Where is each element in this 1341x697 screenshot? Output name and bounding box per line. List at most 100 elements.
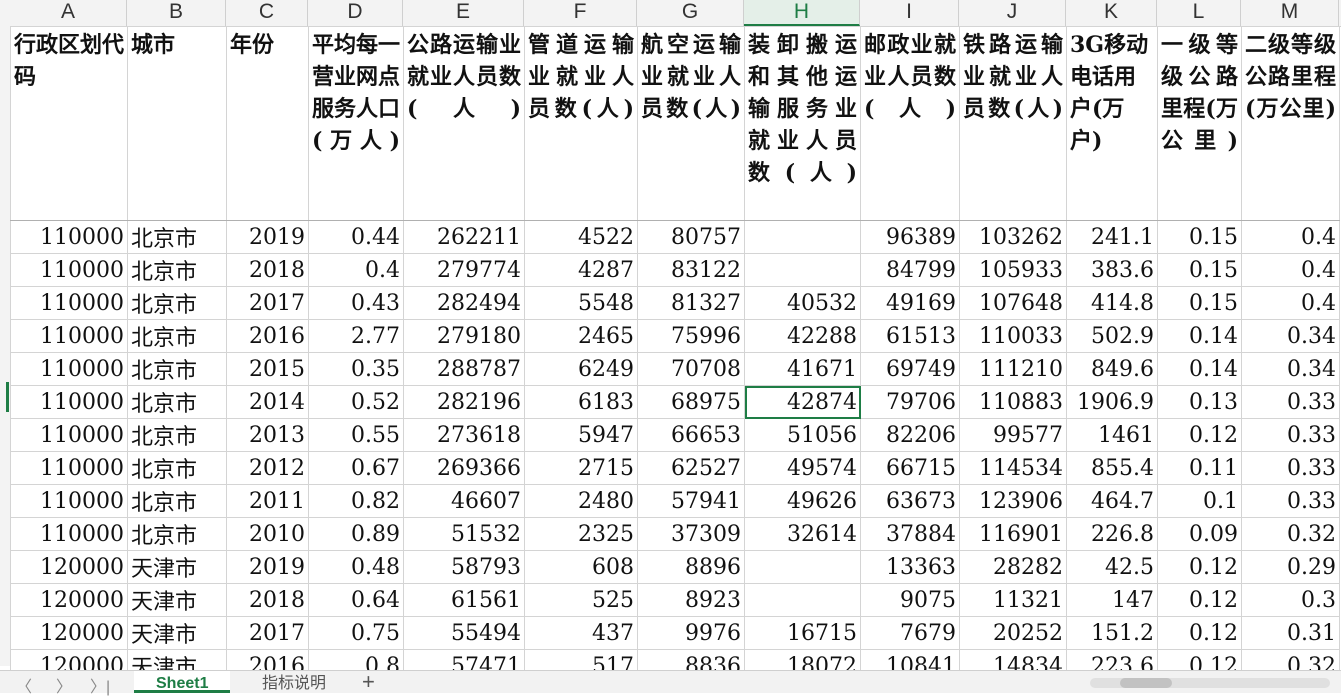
table-cell[interactable]: 0.82 [308,484,404,518]
table-cell[interactable]: 0.4 [1241,286,1340,320]
table-cell[interactable]: 0.4 [1241,253,1340,287]
table-cell[interactable]: 37884 [860,517,960,551]
table-cell[interactable]: 6249 [524,352,638,386]
header-cell[interactable]: 平均每一营业网点服务人口(万人) [308,26,404,221]
table-cell[interactable]: 525 [524,583,638,617]
next-sheet-nav-icon[interactable]: 〉 [56,673,72,697]
table-cell[interactable]: 北京市 [127,484,227,518]
table-cell[interactable]: 0.52 [308,385,404,419]
table-cell[interactable]: 110000 [10,319,128,353]
table-cell[interactable]: 110000 [10,484,128,518]
table-cell[interactable]: 0.12 [1157,418,1242,452]
table-cell[interactable]: 58793 [403,550,525,584]
column-header-j[interactable]: J [959,0,1066,26]
table-cell[interactable] [744,550,861,584]
table-cell[interactable]: 0.43 [308,286,404,320]
table-cell[interactable]: 2013 [226,418,309,452]
table-cell[interactable]: 0.34 [1241,352,1340,386]
table-cell[interactable]: 62527 [637,451,745,485]
table-cell[interactable]: 0.12 [1157,583,1242,617]
table-cell[interactable]: 0.1 [1157,484,1242,518]
table-cell[interactable]: 北京市 [127,286,227,320]
table-cell[interactable]: 13363 [860,550,960,584]
column-header-g[interactable]: G [637,0,744,26]
last-sheet-nav-icon[interactable]: 〉| [90,673,110,697]
table-cell[interactable]: 63673 [860,484,960,518]
table-cell[interactable]: 北京市 [127,220,227,254]
table-cell[interactable]: 110000 [10,253,128,287]
table-cell[interactable]: 2018 [226,583,309,617]
column-header-c[interactable]: C [226,0,308,26]
table-cell[interactable]: 269366 [403,451,525,485]
table-cell[interactable]: 502.9 [1066,319,1158,353]
table-cell[interactable]: 0.4 [308,253,404,287]
table-cell[interactable]: 北京市 [127,352,227,386]
tab-sheet1[interactable]: Sheet1 [134,671,231,693]
table-cell[interactable]: 0.44 [308,220,404,254]
table-cell[interactable]: 32614 [744,517,861,551]
add-sheet-button[interactable]: + [362,669,375,695]
table-cell[interactable]: 0.15 [1157,286,1242,320]
table-cell[interactable]: 51532 [403,517,525,551]
table-cell[interactable]: 0.64 [308,583,404,617]
header-cell[interactable]: 二级等级公路里程(万公里) [1241,26,1340,221]
header-cell[interactable]: 3G移动电话用户(万户) [1066,26,1158,221]
table-cell[interactable]: 383.6 [1066,253,1158,287]
table-cell[interactable]: 42288 [744,319,861,353]
table-cell[interactable]: 110000 [10,220,128,254]
table-cell[interactable]: 5947 [524,418,638,452]
table-cell[interactable]: 9075 [860,583,960,617]
table-cell[interactable]: 0.75 [308,616,404,650]
table-cell[interactable]: 83122 [637,253,745,287]
table-cell[interactable]: 0.4 [1241,220,1340,254]
table-cell[interactable]: 1906.9 [1066,385,1158,419]
table-cell[interactable]: 241.1 [1066,220,1158,254]
table-cell[interactable]: 70708 [637,352,745,386]
table-cell[interactable]: 2019 [226,220,309,254]
column-header-a[interactable]: A [10,0,127,26]
column-header-i[interactable]: I [860,0,959,26]
table-cell[interactable]: 279774 [403,253,525,287]
table-cell[interactable]: 110033 [959,319,1067,353]
table-cell[interactable]: 5548 [524,286,638,320]
column-header-l[interactable]: L [1157,0,1241,26]
table-cell[interactable]: 66653 [637,418,745,452]
table-cell[interactable]: 2.77 [308,319,404,353]
table-cell[interactable]: 8896 [637,550,745,584]
table-cell[interactable]: 0.33 [1241,451,1340,485]
table-cell[interactable]: 20252 [959,616,1067,650]
table-cell[interactable]: 2012 [226,451,309,485]
header-cell[interactable]: 邮政业就业人员数(人) [860,26,960,221]
table-cell[interactable]: 608 [524,550,638,584]
table-cell[interactable]: 0.89 [308,517,404,551]
table-cell[interactable]: 57941 [637,484,745,518]
table-cell[interactable]: 0.13 [1157,385,1242,419]
table-cell[interactable]: 0.3 [1241,583,1340,617]
horizontal-scrollbar[interactable] [1090,678,1330,688]
table-cell[interactable]: 0.55 [308,418,404,452]
table-cell[interactable]: 110883 [959,385,1067,419]
table-cell[interactable]: 0.31 [1241,616,1340,650]
table-cell[interactable]: 0.15 [1157,220,1242,254]
table-cell[interactable]: 99577 [959,418,1067,452]
table-cell[interactable]: 0.33 [1241,385,1340,419]
table-cell[interactable]: 北京市 [127,319,227,353]
table-cell[interactable]: 2011 [226,484,309,518]
header-cell[interactable]: 管道运输业就业人员数(人) [524,26,638,221]
table-cell[interactable]: 2325 [524,517,638,551]
table-cell[interactable]: 151.2 [1066,616,1158,650]
table-cell[interactable]: 437 [524,616,638,650]
table-cell[interactable]: 0.15 [1157,253,1242,287]
table-cell[interactable]: 11321 [959,583,1067,617]
table-cell[interactable]: 42.5 [1066,550,1158,584]
table-cell[interactable]: 464.7 [1066,484,1158,518]
table-cell[interactable]: 75996 [637,319,745,353]
table-cell[interactable]: 6183 [524,385,638,419]
table-cell[interactable]: 110000 [10,385,128,419]
table-cell[interactable]: 46607 [403,484,525,518]
table-cell[interactable]: 天津市 [127,550,227,584]
table-cell[interactable]: 天津市 [127,616,227,650]
table-cell[interactable]: 0.14 [1157,352,1242,386]
header-cell[interactable]: 航空运输业就业人员数(人) [637,26,745,221]
table-cell[interactable]: 51056 [744,418,861,452]
